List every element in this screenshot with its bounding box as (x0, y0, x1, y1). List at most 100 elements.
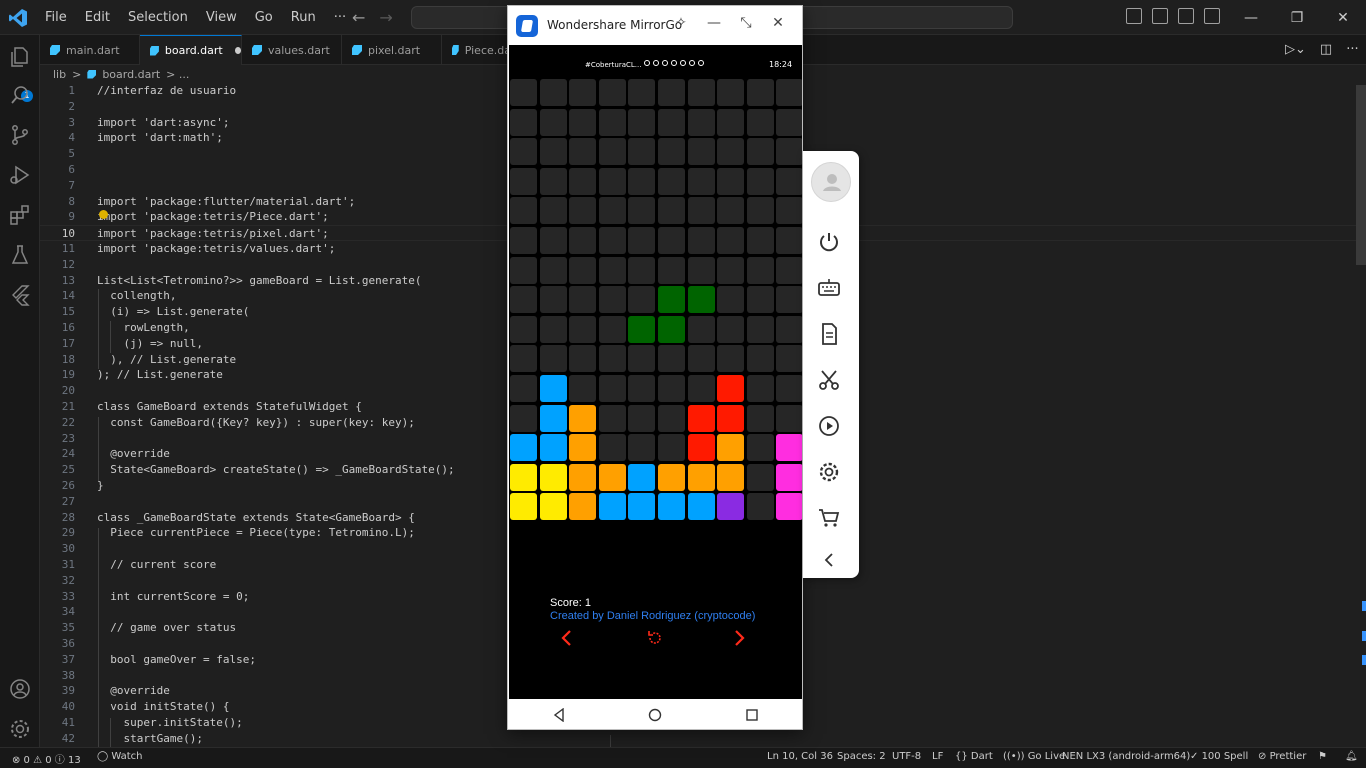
tetris-board[interactable] (509, 78, 802, 522)
scrollbar-thumb[interactable] (1356, 85, 1366, 265)
run-debug-icon[interactable] (8, 163, 32, 187)
code-text: import 'package:tetris/pixel.dart'; (97, 227, 329, 241)
board-cell-block (717, 404, 745, 432)
board-cell-empty (776, 138, 802, 166)
toggle-panel-icon[interactable] (1152, 8, 1168, 24)
extensions-icon[interactable] (8, 203, 32, 227)
indentation[interactable]: Spaces: 2 (837, 751, 886, 762)
menu-file[interactable]: File (36, 10, 76, 25)
close-icon[interactable]: ✕ (767, 15, 789, 31)
menu-selection[interactable]: Selection (119, 10, 197, 25)
code-text: import 'package:flutter/material.dart'; (97, 194, 356, 208)
board-cell-block (628, 493, 656, 521)
menu-view[interactable]: View (197, 10, 246, 25)
power-icon[interactable] (817, 230, 841, 254)
spell-label: 100 Spell (1201, 751, 1249, 762)
unsaved-dot-icon[interactable] (234, 47, 241, 54)
android-home-icon[interactable] (648, 708, 662, 722)
flutter-icon[interactable] (8, 283, 32, 307)
collapse-icon[interactable]: ⤡ (735, 15, 757, 31)
clipboard-icon[interactable] (817, 322, 841, 346)
line-number: 28 (61, 510, 75, 524)
status-bar: ⊗ 0 ⚠ 0 ⓘ 13 ◯ Watch Ln 10, Col 36 Space… (0, 747, 1366, 768)
spell-checker[interactable]: ✓ 100 Spell (1190, 751, 1248, 762)
board-cell-empty (539, 286, 567, 314)
minimize-button[interactable]: — (1228, 0, 1274, 35)
move-left-button[interactable] (557, 628, 577, 648)
pin-icon[interactable]: ✧ (670, 15, 692, 31)
tab-main-dart[interactable]: main.dart (40, 35, 140, 65)
forward-arrow-icon[interactable]: → (379, 8, 392, 27)
minimize-icon[interactable]: — (703, 15, 725, 31)
cursor-position[interactable]: Ln 10, Col 36 (767, 751, 833, 762)
move-right-button[interactable] (729, 628, 749, 648)
tab-pixel-dart[interactable]: pixel.dart (342, 35, 442, 65)
flutter-device[interactable]: NEN LX3 (android-arm64) (1062, 751, 1190, 762)
android-recents-icon[interactable] (745, 708, 759, 722)
testing-flask-icon[interactable] (8, 243, 32, 267)
dart-file-icon (50, 45, 60, 55)
menu-edit[interactable]: Edit (76, 10, 119, 25)
encoding[interactable]: UTF-8 (892, 751, 921, 762)
lightbulb-icon[interactable] (99, 210, 108, 219)
line-number: 26 (61, 479, 75, 492)
menu-go[interactable]: Go (246, 10, 282, 25)
user-avatar[interactable] (811, 162, 851, 202)
screenshot-scissors-icon[interactable] (817, 368, 841, 392)
settings-gear-icon[interactable] (8, 717, 32, 741)
customize-layout-icon[interactable] (1204, 8, 1220, 24)
board-cell-empty (746, 256, 774, 284)
board-cell-empty (510, 286, 537, 314)
dart-file-icon (87, 69, 97, 79)
close-window-button[interactable]: ✕ (1320, 0, 1366, 35)
record-play-icon[interactable] (817, 414, 841, 438)
source-control-icon[interactable] (8, 123, 32, 147)
problems-status[interactable]: ⊗ 0 ⚠ 0 ⓘ 13 (12, 751, 81, 766)
keyboard-icon[interactable] (817, 276, 841, 300)
board-cell-empty (687, 108, 715, 136)
menu-run[interactable]: Run (282, 10, 325, 25)
line-ending[interactable]: LF (932, 751, 943, 762)
board-cell-empty (776, 108, 802, 136)
board-cell-empty (687, 345, 715, 373)
board-cell-empty (628, 404, 656, 432)
settings-icon[interactable] (817, 460, 841, 484)
board-cell-empty (658, 404, 685, 432)
breadcrumb-symbol[interactable]: > ... (166, 68, 189, 81)
tab-values-dart[interactable]: values.dart (242, 35, 342, 65)
feedback-icon[interactable]: ⚑ (1318, 751, 1327, 762)
breadcrumb-file[interactable]: board.dart (102, 68, 160, 81)
code-text: import 'package:tetris/Piece.dart'; (97, 210, 329, 224)
code-line[interactable]: 42 startGame(); (40, 731, 1366, 747)
menu-more[interactable]: ··· (325, 10, 355, 25)
prettier-status[interactable]: ⊘ Prettier (1258, 751, 1306, 762)
wifi-icon (653, 60, 659, 66)
split-editor-icon[interactable]: ◫ (1320, 42, 1332, 57)
explorer-icon[interactable] (8, 45, 32, 69)
toggle-secondary-sidebar-icon[interactable] (1178, 8, 1194, 24)
mirrorgo-titlebar: Wondershare MirrorGo ✧ — ⤡ ✕ (508, 6, 802, 45)
notifications-bell-icon[interactable]: 🔔︎ (1345, 751, 1358, 762)
restore-button[interactable]: ❐ (1274, 0, 1320, 35)
tab-board-dart[interactable]: board.dart (140, 35, 242, 65)
collapse-chevron-icon[interactable] (817, 548, 841, 572)
rotate-button[interactable] (645, 628, 665, 648)
accounts-icon[interactable] (8, 677, 32, 701)
phone-screen[interactable]: #CoberturaCL... 18:24 Score: 1 Created b… (509, 45, 802, 699)
toggle-primary-sidebar-icon[interactable] (1126, 8, 1142, 24)
tab-piece-dart[interactable]: Piece.da (442, 35, 512, 65)
breadcrumb-folder[interactable]: lib (53, 68, 66, 81)
run-debug-dropdown-icon[interactable]: ▷⌄ (1285, 42, 1306, 57)
board-cell-empty (658, 227, 685, 254)
cart-icon[interactable] (817, 506, 841, 530)
line-number: 20 (61, 384, 75, 398)
panel-divider (610, 735, 611, 747)
watch-status[interactable]: ◯ Watch (97, 751, 143, 762)
language-mode[interactable]: {} Dart (955, 751, 993, 762)
back-arrow-icon[interactable]: ← (352, 8, 365, 27)
android-back-icon[interactable] (552, 708, 566, 722)
line-number: 40 (61, 700, 75, 714)
go-live-button[interactable]: ((•)) Go Live (1003, 751, 1065, 762)
more-actions-icon[interactable]: ··· (1346, 42, 1358, 57)
search-icon[interactable] (8, 83, 32, 107)
